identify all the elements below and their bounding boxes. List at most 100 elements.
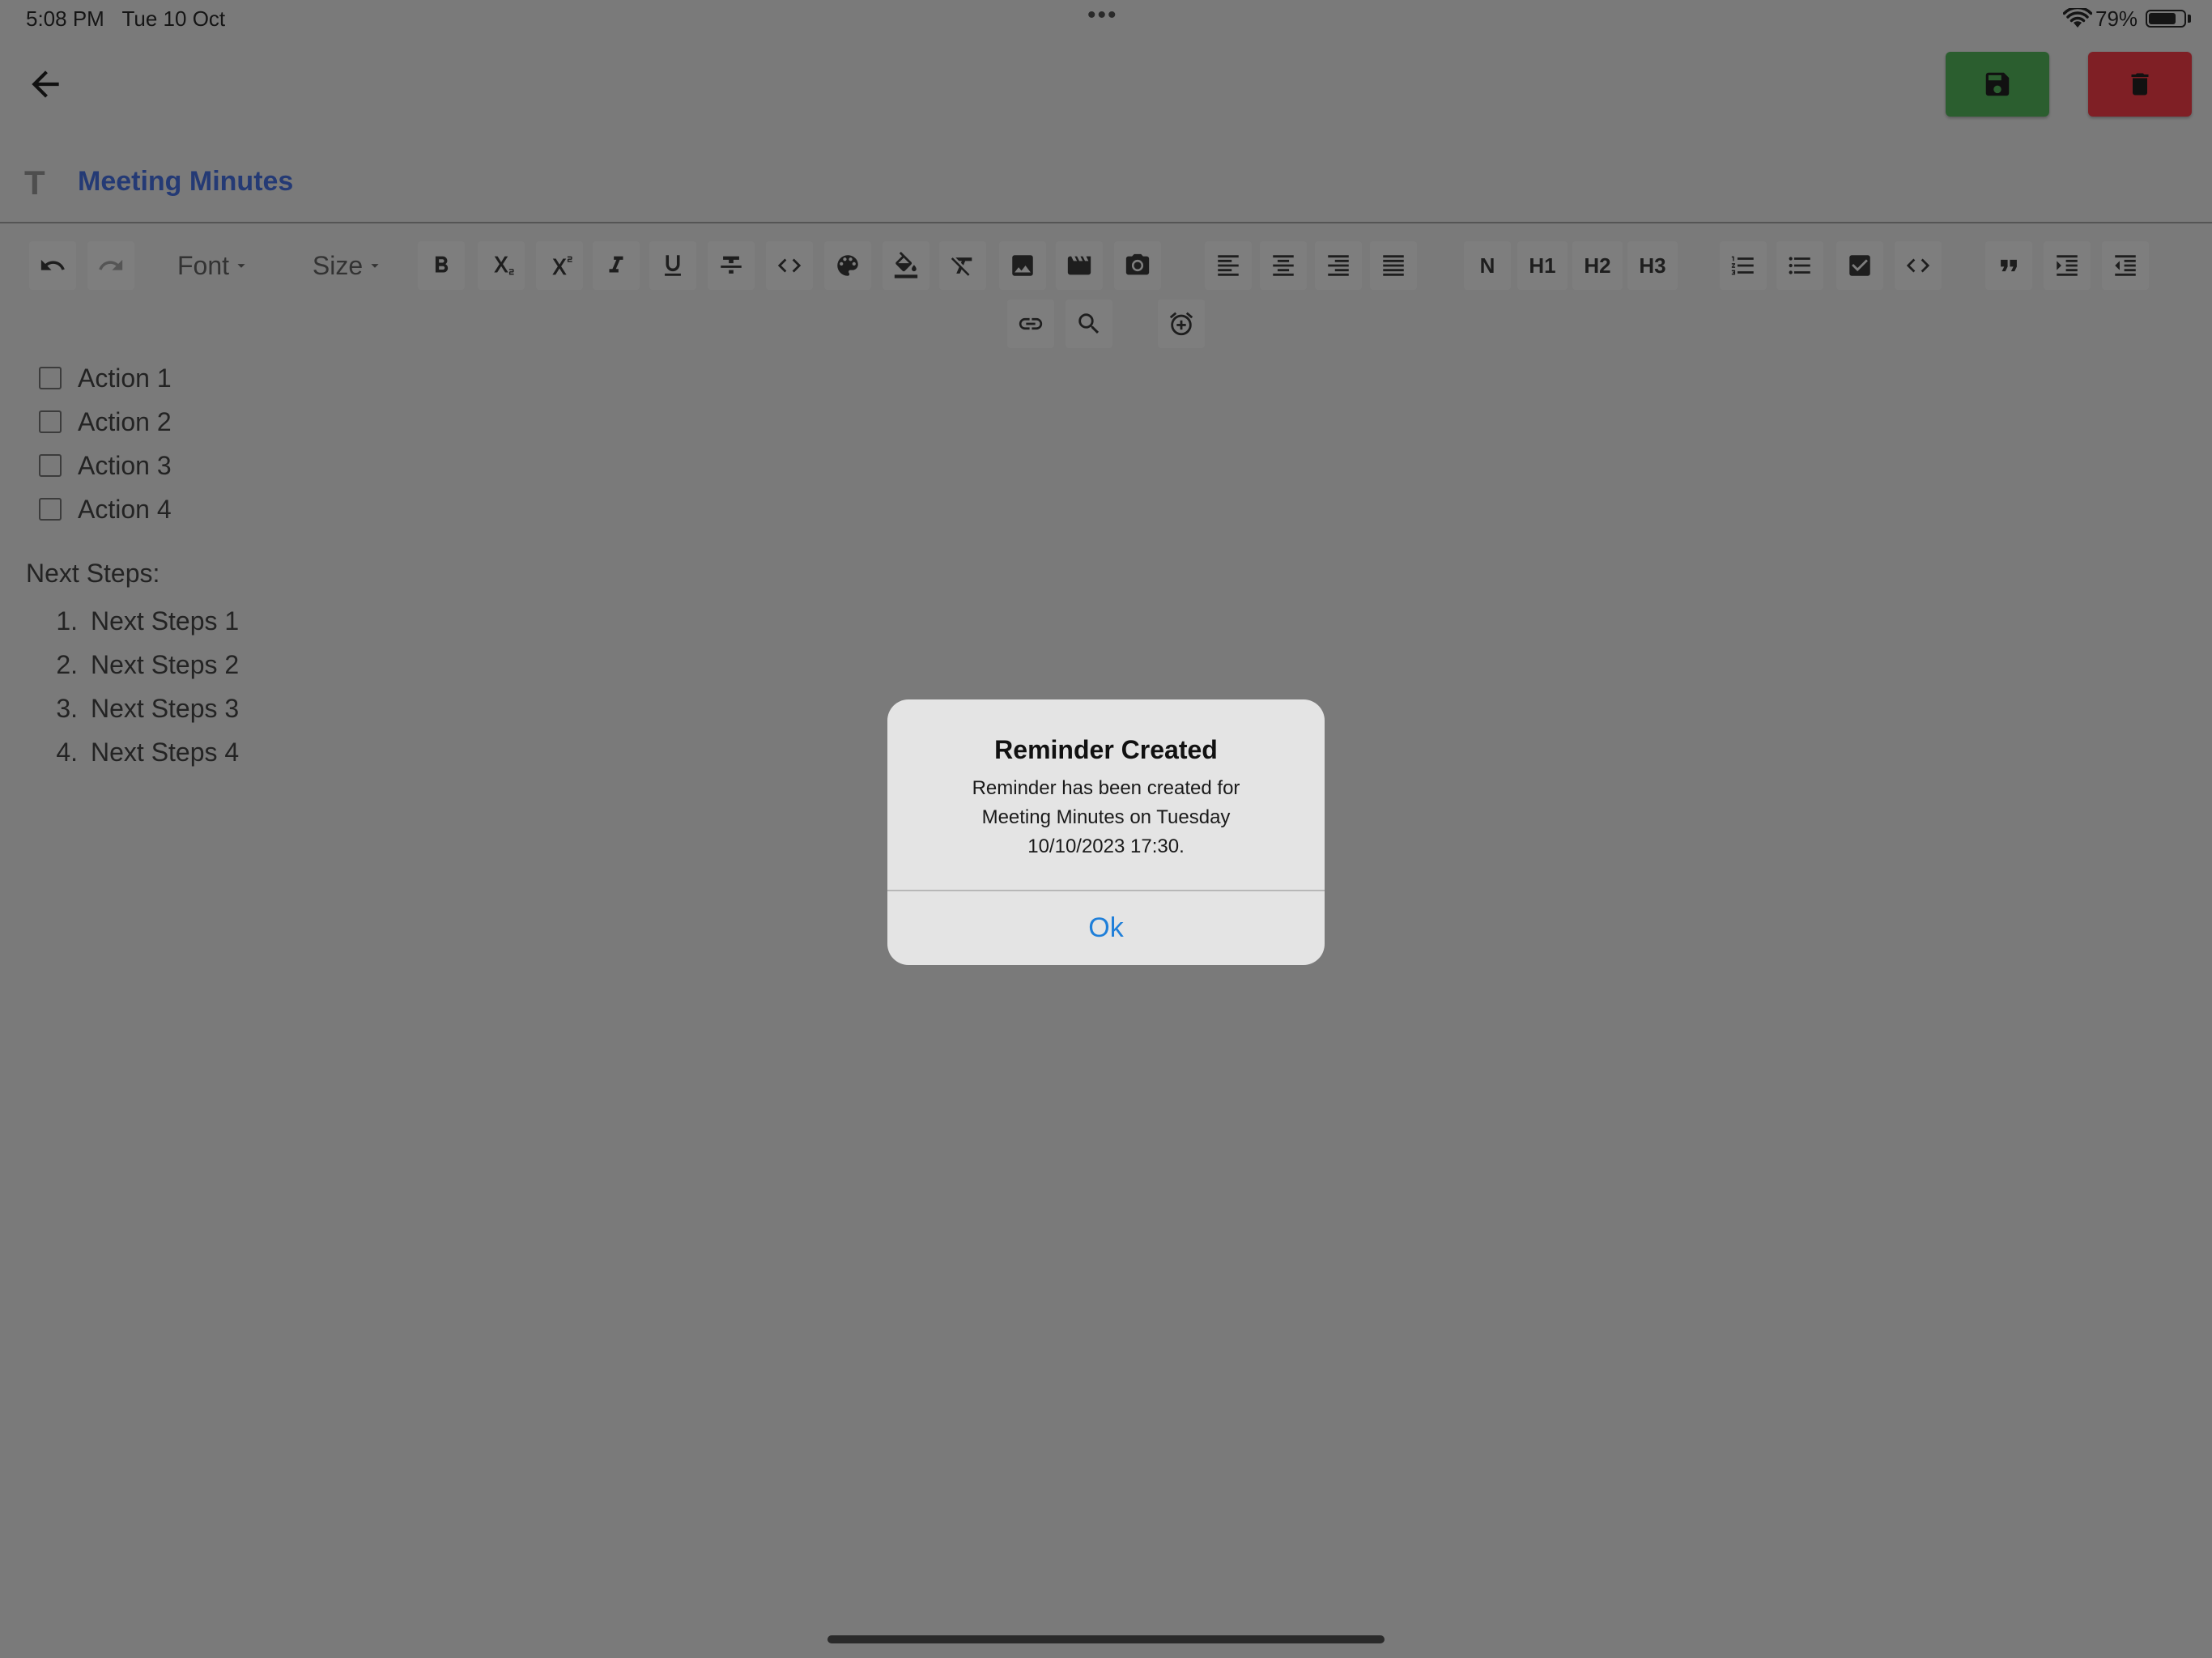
delete-button[interactable]	[2088, 52, 2192, 117]
battery-percent: 79%	[2095, 6, 2138, 31]
checklist-icon	[1849, 255, 1870, 276]
text-color-icon	[837, 255, 858, 276]
caret-down-icon	[371, 264, 379, 268]
redo-button[interactable]	[87, 241, 134, 290]
list-number: 3.	[56, 693, 78, 723]
next-steps-heading: Next Steps:	[26, 559, 160, 588]
floppy-disk-icon	[1985, 72, 2010, 96]
add-reminder-button[interactable]	[1158, 300, 1205, 348]
checklist-item[interactable]: Action 4	[39, 489, 172, 529]
list-item-label: Next Steps 1	[91, 606, 240, 636]
add-alarm-icon	[1169, 312, 1193, 336]
fill-color-icon	[894, 252, 918, 278]
insert-image-button[interactable]	[999, 241, 1046, 290]
camera-icon	[1125, 253, 1150, 275]
checkbox[interactable]	[39, 367, 62, 389]
video-icon	[1067, 256, 1091, 275]
undo-button[interactable]	[29, 241, 76, 290]
clear-format-icon	[951, 257, 972, 276]
ok-button[interactable]: Ok	[887, 891, 1325, 965]
checklist-item-label: Action 4	[78, 494, 172, 524]
underline-button[interactable]	[649, 241, 696, 290]
bullet-list-button[interactable]	[1776, 241, 1823, 290]
insert-video-button[interactable]	[1056, 241, 1103, 290]
list-item: 2. Next Steps 2	[32, 644, 239, 685]
list-number: 2.	[56, 649, 78, 679]
trash-icon	[2131, 73, 2149, 96]
subscript-icon	[494, 256, 514, 275]
list-item-label: Next Steps 4	[91, 737, 240, 767]
align-right-icon	[1328, 255, 1349, 276]
align-center-button[interactable]	[1260, 241, 1307, 290]
dialog-message: Reminder has been created for Meeting Mi…	[972, 777, 1240, 857]
caret-down-icon	[237, 264, 245, 268]
heading-2-button[interactable]: H2	[1572, 241, 1623, 290]
header-divider	[0, 222, 2212, 223]
redo-icon	[99, 259, 123, 270]
code-button[interactable]	[766, 241, 813, 290]
checklist-item[interactable]: Action 2	[39, 402, 172, 442]
fill-color-button[interactable]	[883, 241, 929, 290]
list-item: 1. Next Steps 1	[32, 601, 239, 641]
list-item-label: Next Steps 2	[91, 649, 240, 679]
camera-button[interactable]	[1114, 241, 1161, 290]
size-dropdown-label: Size	[312, 250, 364, 280]
search-button[interactable]	[1066, 300, 1112, 348]
checkbox[interactable]	[39, 498, 62, 521]
bold-button[interactable]	[418, 241, 465, 290]
status-date: Tue 10 Oct	[121, 6, 226, 31]
quote-button[interactable]	[1985, 241, 2032, 290]
checklist-item-label: Action 2	[78, 406, 172, 436]
text-color-button[interactable]	[824, 241, 871, 290]
heading-3-button[interactable]: H3	[1627, 241, 1678, 290]
list-item: 3. Next Steps 3	[32, 688, 239, 729]
undo-icon	[40, 259, 65, 270]
battery-tip	[2188, 15, 2191, 23]
image-icon	[1012, 255, 1033, 276]
back-button[interactable]	[19, 58, 71, 110]
indent-button[interactable]	[2044, 241, 2091, 290]
home-indicator[interactable]	[827, 1635, 1385, 1643]
strikethrough-button[interactable]	[708, 241, 755, 290]
superscript-icon	[552, 256, 572, 275]
heading-normal-button[interactable]: N	[1464, 241, 1511, 290]
font-dropdown[interactable]: Font	[159, 241, 269, 290]
title-type-icon: T	[24, 164, 45, 202]
code-block-icon	[1906, 258, 1930, 273]
list-number: 4.	[56, 737, 78, 767]
align-left-button[interactable]	[1205, 241, 1252, 290]
status-time: 5:08 PM Tue 10 Oct	[26, 6, 226, 31]
checkbox[interactable]	[39, 410, 62, 433]
align-right-button[interactable]	[1315, 241, 1362, 290]
checklist-item[interactable]: Action 3	[39, 445, 172, 486]
arrow-left-icon	[32, 70, 59, 98]
list-number: 1.	[56, 606, 78, 636]
dialog-title: Reminder Created	[994, 735, 1218, 764]
clear-format-button[interactable]	[939, 241, 986, 290]
size-dropdown[interactable]: Size	[301, 241, 395, 290]
outdent-icon	[2115, 255, 2136, 276]
italic-icon	[609, 256, 623, 273]
link-button[interactable]	[1007, 300, 1054, 348]
checklist-button[interactable]	[1836, 241, 1883, 290]
checklist-item[interactable]: Action 1	[39, 358, 172, 398]
ordered-list-button[interactable]	[1720, 241, 1767, 290]
ordered-list-icon	[1731, 256, 1754, 275]
italic-button[interactable]	[593, 241, 640, 290]
superscript-button[interactable]	[536, 241, 583, 290]
note-title-input[interactable]	[78, 162, 1049, 201]
code-block-button[interactable]	[1895, 241, 1942, 290]
battery-icon	[2146, 10, 2186, 28]
save-button[interactable]	[1946, 52, 2049, 117]
subscript-button[interactable]	[478, 241, 525, 290]
checkbox[interactable]	[39, 454, 62, 477]
bold-icon	[435, 256, 449, 273]
checklist-item-label: Action 3	[78, 450, 172, 480]
heading-1-button[interactable]: H1	[1517, 241, 1568, 290]
strikethrough-icon	[721, 256, 742, 274]
underline-icon	[665, 255, 681, 276]
align-justify-button[interactable]	[1370, 241, 1417, 290]
outdent-button[interactable]	[2102, 241, 2149, 290]
ellipsis-icon[interactable]: •••	[1087, 2, 1118, 29]
list-item-label: Next Steps 3	[91, 693, 240, 723]
